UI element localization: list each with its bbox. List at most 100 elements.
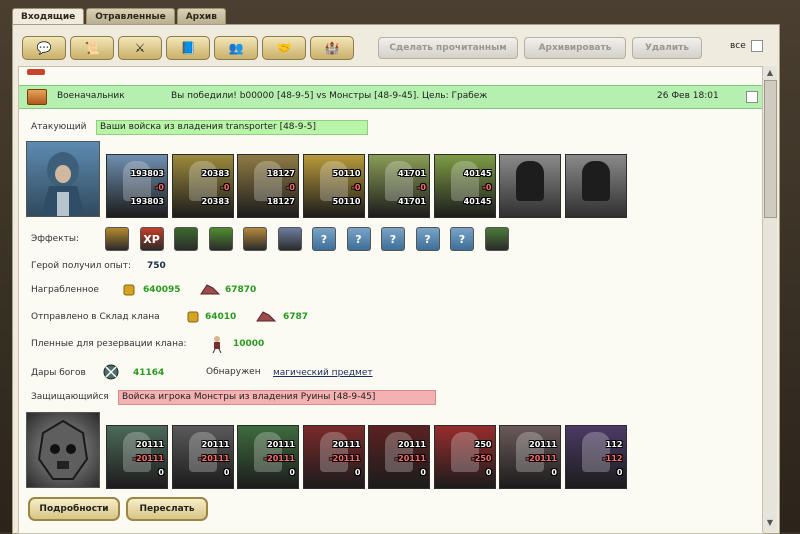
locked-unit-icon xyxy=(581,161,610,201)
castle-icon: 🏰 xyxy=(324,41,340,55)
paladin-unit-icon xyxy=(450,161,479,201)
heroes-button[interactable]: 👥 xyxy=(214,36,258,60)
defender-unit-4[interactable]: 20111 -20111 0 xyxy=(302,425,365,489)
unit-count-top: 40145 xyxy=(463,169,492,178)
talk-icon: 💬 xyxy=(36,41,52,55)
previous-message-icon xyxy=(27,69,45,75)
laurel-icon[interactable] xyxy=(484,227,509,251)
attacker-unit-6[interactable]: 40145 -0 40145 xyxy=(433,154,496,218)
sword-icon: ⚔ xyxy=(134,41,146,55)
unit-count-top: 20111 xyxy=(201,440,230,449)
gold-icon xyxy=(121,282,137,296)
defender-emblem[interactable] xyxy=(26,412,100,488)
sword-button[interactable]: ⚔ xyxy=(118,36,162,60)
scroll-button[interactable]: 📜 xyxy=(70,36,114,60)
unit-count-top: 20111 xyxy=(529,440,557,449)
attacker-unit-7[interactable] xyxy=(499,154,561,218)
attacker-unit-5[interactable]: 41701 -0 41701 xyxy=(368,154,430,218)
locked-unit-icon xyxy=(516,161,544,201)
unit-count-top: 20111 xyxy=(398,440,426,449)
talk-button[interactable]: 💬 xyxy=(22,36,66,60)
clan-ore-icon xyxy=(255,309,277,323)
details-button[interactable]: Подробности xyxy=(28,497,120,521)
unit-count-loss: -20111 xyxy=(525,454,557,463)
unit-count-top: 50110 xyxy=(332,169,361,178)
unknown-effect-icon[interactable]: ? xyxy=(415,227,440,251)
message-header[interactable]: Военачальник Вы победили! b00000 [48-9-5… xyxy=(19,85,763,109)
unit-count-bottom: 0 xyxy=(420,468,426,477)
unknown-effect-icon[interactable]: ? xyxy=(346,227,371,251)
unit-count-top: 20111 xyxy=(267,440,295,449)
unit-count-bottom: 0 xyxy=(289,468,295,477)
unit-count-loss: -112 xyxy=(602,454,623,463)
boot-icon[interactable] xyxy=(277,227,302,251)
exp-label: Герой получил опыт: xyxy=(31,261,131,271)
unit-count-loss: -0 xyxy=(155,183,164,192)
attacker-unit-2[interactable]: 20383 -0 20383 xyxy=(171,154,234,218)
attacker-label: Атакующий xyxy=(31,122,87,132)
defender-unit-3[interactable]: 20111 -20111 0 xyxy=(237,425,299,489)
xp-effect-icon[interactable]: XP xyxy=(139,227,164,251)
spider-unit-icon xyxy=(385,432,413,472)
xp-tree-icon[interactable] xyxy=(174,227,198,251)
unit-count-loss: -0 xyxy=(482,183,492,192)
attacker-unit-1[interactable]: 193803 -0 193803 xyxy=(106,154,168,218)
defender-unit-7[interactable]: 20111 -20111 0 xyxy=(499,425,561,489)
defender-label: Защищающийся xyxy=(31,392,109,402)
heroes-icon: 👥 xyxy=(228,41,244,55)
select-all-label: все xyxy=(730,41,746,51)
tab-sent[interactable]: Отравленные xyxy=(86,8,175,25)
unit-count-top: 20111 xyxy=(136,440,164,449)
effects-label: Эффекты: xyxy=(31,234,80,244)
unit-count-loss: -0 xyxy=(220,183,230,192)
griffin-unit-icon xyxy=(319,161,348,201)
unknown-effect-icon[interactable]: ? xyxy=(450,227,474,251)
defender-unit-1[interactable]: 20111 -20111 0 xyxy=(106,425,168,489)
archive-button[interactable]: Архивировать xyxy=(524,37,626,59)
attacker-unit-8[interactable] xyxy=(564,154,627,218)
unit-count-loss: -20111 xyxy=(394,454,426,463)
unknown-effect-icon[interactable]: ? xyxy=(312,227,336,251)
unit-count-bottom: 0 xyxy=(616,468,623,477)
defender-unit-8[interactable]: 112 -112 0 xyxy=(564,425,627,489)
attacker-hero-portrait[interactable] xyxy=(26,141,100,217)
scrollbar[interactable]: ▲ ▼ xyxy=(762,66,777,532)
scroll-thumb[interactable] xyxy=(764,80,777,218)
message-subject: Вы победили! b00000 [48-9-5] vs Монстры … xyxy=(171,91,488,101)
clan-ore-value: 6787 xyxy=(283,312,309,322)
scroll-up-arrow-icon[interactable]: ▲ xyxy=(765,68,775,78)
handshake-icon[interactable] xyxy=(243,227,267,251)
knight-icon[interactable] xyxy=(105,227,129,251)
castle-button[interactable]: 🏰 xyxy=(310,36,354,60)
select-all-checkbox[interactable] xyxy=(750,40,763,52)
scroll-down-arrow-icon[interactable]: ▼ xyxy=(765,518,775,528)
defender-unit-6[interactable]: 250 -250 0 xyxy=(433,425,496,489)
loot-gold-value: 640095 xyxy=(143,285,181,295)
delete-button[interactable]: Удалить xyxy=(632,37,702,59)
attacker-unit-4[interactable]: 50110 -0 50110 xyxy=(302,154,365,218)
message-sender: Военачальник xyxy=(57,91,125,101)
unit-count-bottom: 0 xyxy=(158,468,164,477)
defender-unit-2[interactable]: 20111 -20111 0 xyxy=(171,425,234,489)
attacker-unit-3[interactable]: 18127 -0 18127 xyxy=(237,154,299,218)
book-button[interactable]: 📘 xyxy=(166,36,210,60)
prisoners-value: 10000 xyxy=(233,339,265,349)
unknown-effect-icon[interactable]: ? xyxy=(381,227,405,251)
message-checkbox[interactable] xyxy=(746,91,758,103)
unit-count-bottom: 18127 xyxy=(267,197,295,206)
handshake-icon: 🤝 xyxy=(276,41,292,55)
zombie-unit-icon xyxy=(123,432,151,472)
magic-item-link[interactable]: магический предмет xyxy=(273,368,373,378)
exp-value: 750 xyxy=(147,261,166,271)
sword-icon[interactable] xyxy=(208,227,233,251)
unit-count-top: 18127 xyxy=(267,169,295,178)
defender-unit-5[interactable]: 20111 -20111 0 xyxy=(368,425,430,489)
mark-read-button[interactable]: Сделать прочитанным xyxy=(378,37,518,59)
forward-button[interactable]: Переслать xyxy=(126,497,208,521)
unit-count-loss: -20111 xyxy=(132,454,164,463)
select-all: все xyxy=(730,40,763,52)
unit-count-loss: -0 xyxy=(286,183,295,192)
handshake-button[interactable]: 🤝 xyxy=(262,36,306,60)
tab-archive[interactable]: Архив xyxy=(176,8,226,25)
archer-unit-icon xyxy=(188,161,217,201)
